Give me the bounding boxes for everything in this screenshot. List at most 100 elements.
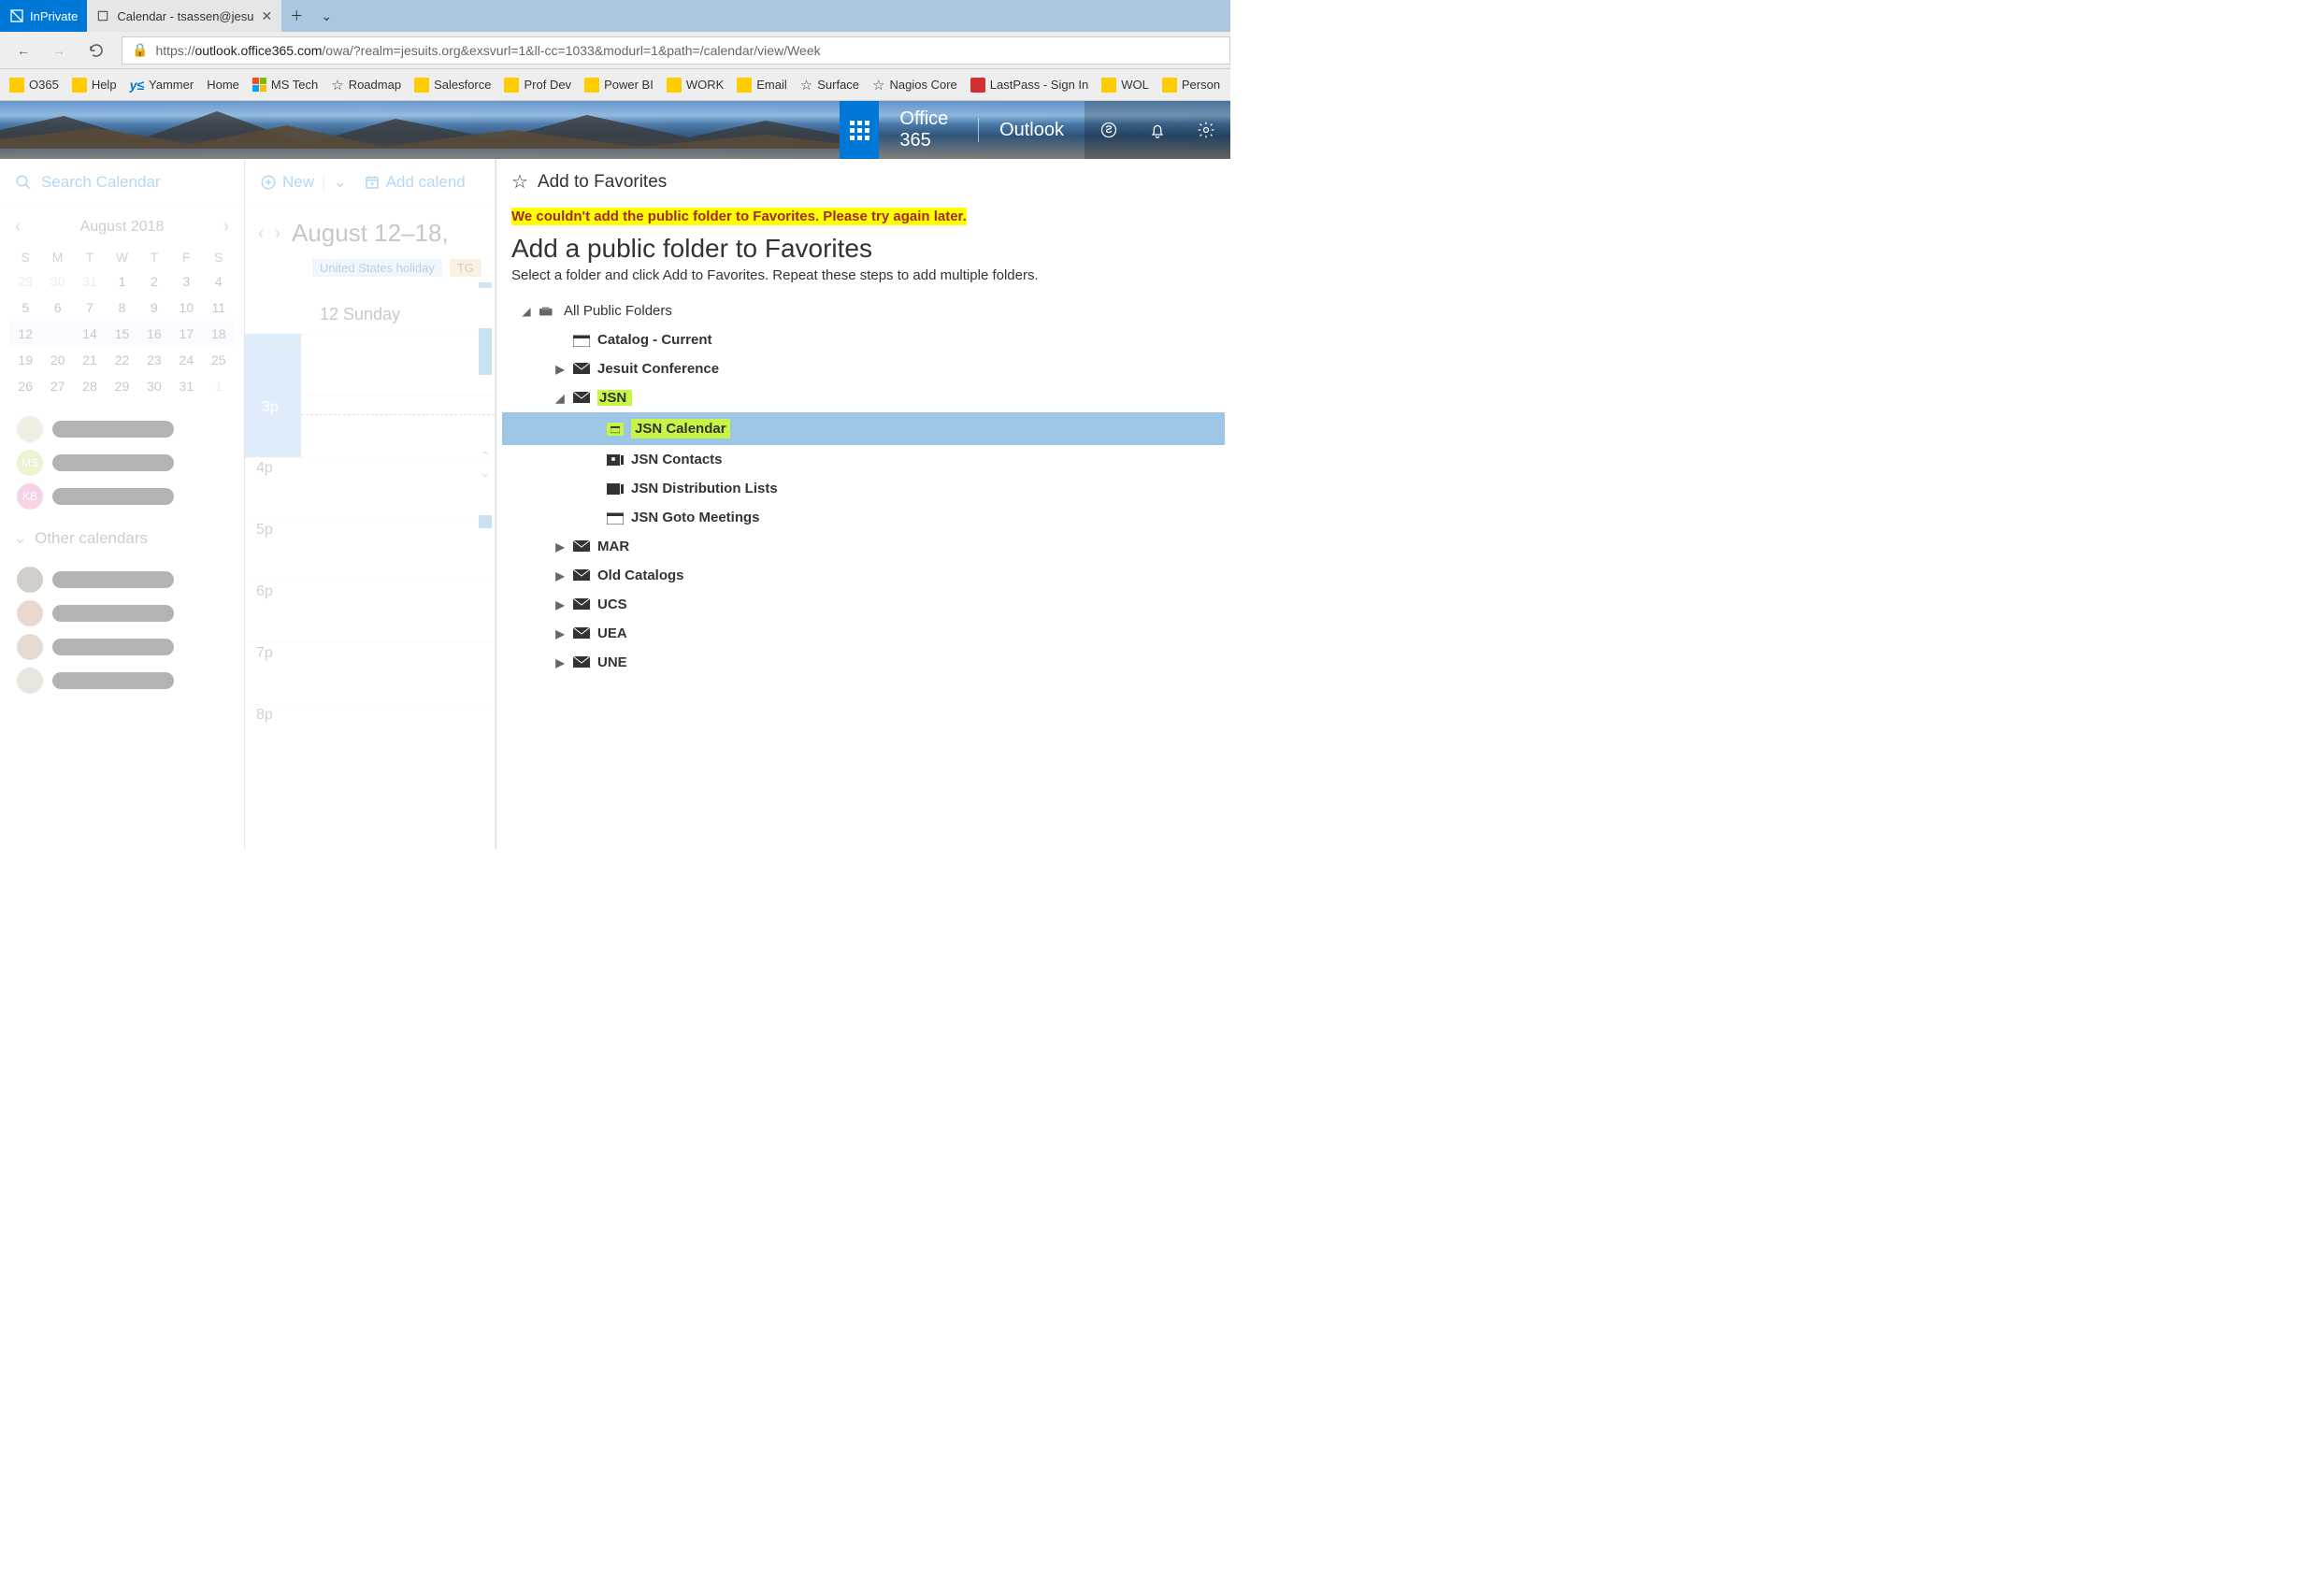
mini-day[interactable]: 19 (9, 347, 41, 373)
tree-node-mar[interactable]: ▶ MAR (502, 532, 1225, 561)
mini-day[interactable]: 15 (106, 321, 137, 347)
tabs-dropdown-button[interactable]: ⌄ (311, 0, 341, 32)
mini-day[interactable]: 31 (74, 268, 106, 295)
back-button[interactable]: ← (17, 43, 30, 58)
chevron-down-icon[interactable]: ⌄ (333, 173, 346, 192)
tree-node-une[interactable]: ▶ UNE (502, 648, 1225, 677)
notifications-icon[interactable] (1133, 101, 1182, 159)
tree-node-jesuit[interactable]: ▶ Jesuit Conference (502, 354, 1225, 383)
mini-day[interactable]: 25 (203, 347, 235, 373)
mini-day[interactable]: 3 (170, 268, 202, 295)
fav-help[interactable]: Help (72, 78, 117, 93)
new-button[interactable]: New | ⌄ (260, 173, 347, 192)
tree-root[interactable]: ◢ All Public Folders (502, 296, 1225, 325)
mini-day[interactable]: 4 (203, 268, 235, 295)
calendar-person[interactable]: KB (0, 480, 244, 513)
tab-close-icon[interactable]: ✕ (261, 8, 272, 24)
fav-roadmap[interactable]: ☆Roadmap (331, 77, 401, 93)
fav-o365[interactable]: O365 (9, 78, 59, 93)
mini-day[interactable]: 22 (106, 347, 137, 373)
mini-day[interactable]: 20 (41, 347, 73, 373)
mini-day[interactable]: 9 (138, 295, 170, 321)
fav-work[interactable]: WORK (667, 78, 724, 93)
fav-lastpass[interactable]: LastPass - Sign In (970, 78, 1089, 93)
fav-home[interactable]: Home (207, 78, 239, 92)
mini-day[interactable]: 11 (203, 295, 235, 321)
tree-node-jsn[interactable]: ◢ JSN (502, 383, 1225, 412)
panel-header[interactable]: Add to Favorites (538, 172, 667, 193)
fav-wol[interactable]: WOL (1101, 78, 1149, 93)
brand[interactable]: Office 365 (879, 108, 978, 151)
mini-day[interactable]: 23 (138, 347, 170, 373)
fav-mstech[interactable]: MS Tech (252, 78, 318, 92)
prev-month[interactable]: ‹ (15, 217, 21, 237)
mini-day[interactable]: 13 (41, 321, 73, 347)
settings-icon[interactable] (1182, 101, 1230, 159)
mini-day[interactable]: 28 (74, 373, 106, 399)
mini-day[interactable]: 1 (203, 373, 235, 399)
add-calendar-button[interactable]: Add calend (364, 173, 466, 192)
mini-day[interactable]: 14 (74, 321, 106, 347)
tree-node-jsn-contacts[interactable]: ▶ JSN Contacts (502, 445, 1225, 474)
calendar-person[interactable] (0, 630, 244, 664)
mini-day[interactable]: 8 (106, 295, 137, 321)
mini-day[interactable]: 16 (138, 321, 170, 347)
fav-email[interactable]: Email (737, 78, 787, 93)
tree-node-oldcat[interactable]: ▶ Old Catalogs (502, 561, 1225, 590)
app-launcher[interactable] (840, 101, 879, 159)
calendar-person[interactable]: MS (0, 446, 244, 480)
app-name[interactable]: Outlook (979, 120, 1085, 141)
tree-node-catalog[interactable]: ▶ Catalog - Current (502, 325, 1225, 354)
mini-day[interactable]: 27 (41, 373, 73, 399)
calendar-person[interactable] (0, 664, 244, 697)
next-month[interactable]: › (223, 217, 229, 237)
mini-day[interactable]: 21 (74, 347, 106, 373)
address-bar[interactable]: 🔒 https://outlook.office365.com/owa/?rea… (122, 36, 1230, 65)
calendar-chip-tg[interactable]: TG (450, 259, 481, 277)
fav-profdev[interactable]: Prof Dev (504, 78, 571, 93)
mini-day[interactable]: 1 (106, 268, 137, 295)
browser-tab[interactable]: Calendar - tsassen@jesu ✕ (87, 0, 281, 32)
event-bar[interactable] (479, 515, 492, 528)
fav-salesforce[interactable]: Salesforce (414, 78, 491, 93)
fav-powerbi[interactable]: Power BI (584, 78, 654, 93)
mini-day[interactable]: 5 (9, 295, 41, 321)
tree-node-ucs[interactable]: ▶ UCS (502, 590, 1225, 619)
calendar-person[interactable] (0, 412, 244, 446)
other-calendars-header[interactable]: ⌄ Other calendars (0, 519, 244, 557)
new-tab-button[interactable]: ＋ (281, 0, 311, 32)
mini-day[interactable]: 18 (203, 321, 235, 347)
fav-person[interactable]: Person (1162, 78, 1220, 93)
fav-yammer[interactable]: y≤Yammer (130, 78, 194, 93)
search-calendar[interactable]: Search Calendar (0, 159, 244, 206)
collapse-handle[interactable]: ⌃⌄ (480, 449, 491, 481)
skype-icon[interactable] (1085, 101, 1133, 159)
next-week[interactable]: › (275, 223, 280, 243)
mini-day[interactable]: 10 (170, 295, 202, 321)
tree-node-jsn-goto[interactable]: ▶ JSN Goto Meetings (502, 503, 1225, 532)
mini-day[interactable]: 31 (170, 373, 202, 399)
forward-button[interactable]: → (52, 43, 65, 58)
mini-day[interactable]: 7 (74, 295, 106, 321)
mini-day[interactable]: 29 (106, 373, 137, 399)
time-grid[interactable]: 3p 2p3p4p5p6p7p8p (245, 334, 495, 726)
tree-node-jsn-calendar[interactable]: ▶ JSN Calendar (502, 412, 1225, 445)
refresh-button[interactable] (88, 42, 105, 59)
event-bar[interactable] (479, 328, 492, 375)
fav-surface[interactable]: ☆Surface (800, 77, 859, 93)
mini-day[interactable]: 12 (9, 321, 41, 347)
fav-nagios[interactable]: ☆Nagios Core (872, 77, 957, 93)
mini-day[interactable]: 2 (138, 268, 170, 295)
calendar-person[interactable] (0, 563, 244, 597)
mini-day[interactable]: 26 (9, 373, 41, 399)
mini-day[interactable]: 24 (170, 347, 202, 373)
tree-node-jsn-dl[interactable]: ▶ JSN Distribution Lists (502, 474, 1225, 503)
mini-day[interactable]: 6 (41, 295, 73, 321)
tree-node-uea[interactable]: ▶ UEA (502, 619, 1225, 648)
prev-week[interactable]: ‹ (258, 223, 264, 243)
mini-day[interactable]: 29 (9, 268, 41, 295)
mini-day[interactable]: 17 (170, 321, 202, 347)
calendar-chip-holiday[interactable]: United States holiday (312, 259, 442, 277)
mini-day[interactable]: 30 (41, 268, 73, 295)
calendar-person[interactable] (0, 597, 244, 630)
